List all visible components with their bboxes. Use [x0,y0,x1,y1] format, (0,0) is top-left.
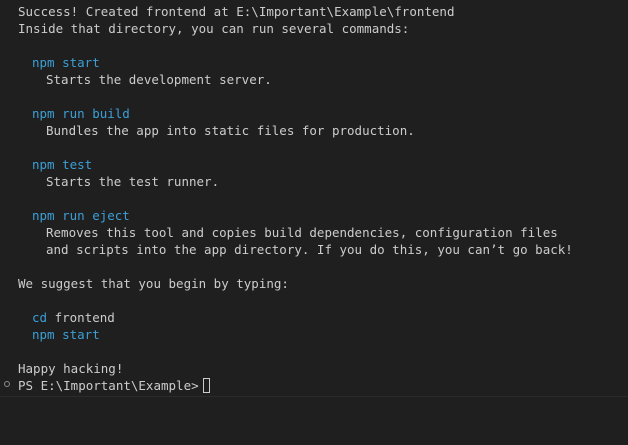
cd-argument: frontend [54,310,115,325]
command-description: Starts the test runner. [46,174,220,189]
command-npm-run-build: npm run build [32,106,130,121]
bottom-divider [0,396,628,397]
command-description: Starts the development server. [46,72,272,87]
happy-hacking-text: Happy hacking! [18,361,124,376]
command-description: and scripts into the app directory. If y… [46,242,573,257]
prompt-text: PS E:\Important\Example> [18,378,199,393]
command-npm-run-eject: npm run eject [32,208,130,223]
command-npm-test: npm test [32,157,93,172]
terminal-panel[interactable]: Success! Created frontend at E:\Importan… [0,0,628,413]
suggested-command-npm-start: npm start [32,327,100,342]
command-description: Removes this tool and copies build depen… [46,225,558,240]
success-message: Success! Created frontend at E:\Importan… [18,4,455,19]
prompt-line[interactable]: PS E:\Important\Example> [0,377,210,394]
text-cursor-icon[interactable] [202,378,210,393]
suggested-command-cd: cd frontend [32,309,115,326]
cd-keyword: cd [32,310,48,325]
circle-decoration-icon [4,381,10,387]
command-npm-start: npm start [32,55,100,70]
suggestion-text: We suggest that you begin by typing: [18,276,289,291]
directory-info: Inside that directory, you can run sever… [18,21,410,36]
command-description: Bundles the app into static files for pr… [46,123,415,138]
